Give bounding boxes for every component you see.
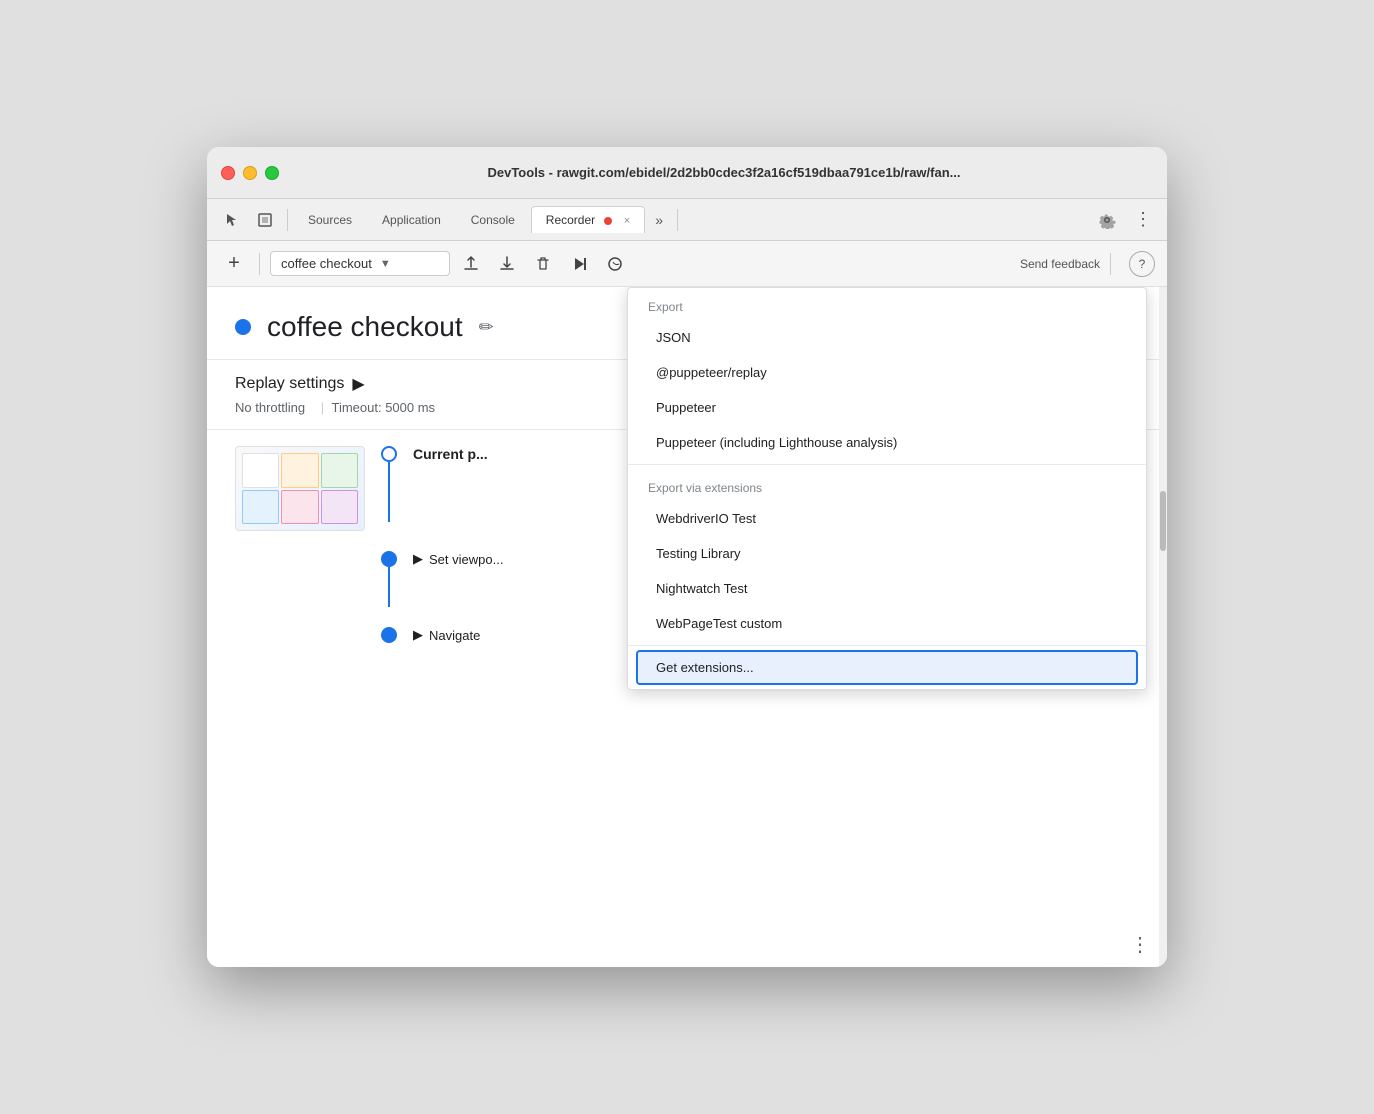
bottom-more-icon[interactable]: ⋮ xyxy=(1130,932,1151,957)
close-button[interactable] xyxy=(221,166,235,180)
chevron-down-icon: ▼ xyxy=(380,258,391,270)
export-puppeteer-item[interactable]: Puppeteer xyxy=(628,390,1146,425)
export-nightwatch-item[interactable]: Nightwatch Test xyxy=(628,571,1146,606)
export-via-extensions-label: Export via extensions xyxy=(628,469,1146,501)
timeline-node-3 xyxy=(381,627,397,643)
recording-title: coffee checkout xyxy=(267,311,463,343)
send-feedback-link[interactable]: Send feedback xyxy=(1020,257,1100,271)
timeline-line-2 xyxy=(388,567,390,607)
thumb-cell-4 xyxy=(242,490,279,525)
window-title: DevTools - rawgit.com/ebidel/2d2bb0cdec3… xyxy=(295,165,1153,180)
timeline-set-viewport xyxy=(381,551,397,607)
export-json-item[interactable]: JSON xyxy=(628,320,1146,355)
scrollbar-thumb[interactable] xyxy=(1160,491,1166,551)
upload-button[interactable] xyxy=(456,249,486,279)
step-screenshot xyxy=(235,446,365,531)
recording-selector-label: coffee checkout xyxy=(281,256,372,271)
tab-bar-separator-1 xyxy=(287,209,288,231)
tab-bar: Sources Application Console Recorder × »… xyxy=(207,199,1167,241)
timeline-current-page xyxy=(381,446,397,522)
thumb-cell-5 xyxy=(281,490,318,525)
more-options-icon[interactable]: ⋮ xyxy=(1127,204,1159,236)
devtools-window: DevTools - rawgit.com/ebidel/2d2bb0cdec3… xyxy=(207,147,1167,967)
cursor-icon[interactable] xyxy=(215,204,247,236)
thumb-cell-2 xyxy=(281,453,318,488)
scrollbar[interactable] xyxy=(1159,287,1167,967)
timeline-line xyxy=(388,462,390,522)
settings-icon[interactable] xyxy=(1091,204,1123,236)
main-content: coffee checkout ✏ Replay Replay settings… xyxy=(207,287,1167,967)
timeout-label: Timeout: 5000 ms xyxy=(332,400,436,415)
tab-bar-right: ⋮ xyxy=(1091,204,1159,236)
dropdown-divider-1 xyxy=(628,464,1146,465)
export-testing-library-item[interactable]: Testing Library xyxy=(628,536,1146,571)
thumb-cell-1 xyxy=(242,453,279,488)
inspect-icon[interactable] xyxy=(249,204,281,236)
edit-title-icon[interactable]: ✏ xyxy=(479,317,494,338)
timeline-node xyxy=(381,446,397,462)
record-button[interactable] xyxy=(600,249,630,279)
help-button[interactable]: ? xyxy=(1129,251,1155,277)
download-button[interactable] xyxy=(492,249,522,279)
export-puppeteer-replay-item[interactable]: @puppeteer/replay xyxy=(628,355,1146,390)
throttling-label: No throttling xyxy=(235,400,305,415)
thumb-cell-6 xyxy=(321,490,358,525)
tab-console[interactable]: Console xyxy=(457,207,529,233)
timeline-navigate xyxy=(381,627,397,643)
maximize-button[interactable] xyxy=(265,166,279,180)
timeline-node-2 xyxy=(381,551,397,567)
export-section-label: Export xyxy=(628,288,1146,320)
recording-status-dot xyxy=(235,319,251,335)
replay-settings-label: Replay settings xyxy=(235,375,344,393)
traffic-lights xyxy=(221,166,279,180)
export-dropdown: Export JSON @puppeteer/replay Puppeteer … xyxy=(627,287,1147,690)
delete-button[interactable] xyxy=(528,249,558,279)
tab-close-icon[interactable]: × xyxy=(624,215,630,227)
tab-bar-separator-2 xyxy=(677,209,678,231)
navigate-label: Navigate xyxy=(429,628,480,643)
tab-recorder[interactable]: Recorder × xyxy=(531,206,645,233)
play-step-button[interactable] xyxy=(564,249,594,279)
recording-selector[interactable]: coffee checkout ▼ xyxy=(270,251,450,276)
get-extensions-item[interactable]: Get extensions... xyxy=(636,650,1138,685)
thumb-cell-3 xyxy=(321,453,358,488)
add-recording-button[interactable]: + xyxy=(219,249,249,279)
export-puppeteer-lighthouse-item[interactable]: Puppeteer (including Lighthouse analysis… xyxy=(628,425,1146,460)
title-bar: DevTools - rawgit.com/ebidel/2d2bb0cdec3… xyxy=(207,147,1167,199)
tab-application[interactable]: Application xyxy=(368,207,455,233)
set-viewport-label: Set viewpo... xyxy=(429,552,503,567)
toolbar: + coffee checkout ▼ Send feedback ? xyxy=(207,241,1167,287)
minimize-button[interactable] xyxy=(243,166,257,180)
navigate-arrow-icon: ▶ xyxy=(413,627,423,643)
replay-settings-arrow-icon: ▶ xyxy=(352,374,364,394)
bottom-bar: ⋮ xyxy=(1114,922,1167,967)
tab-sources[interactable]: Sources xyxy=(294,207,366,233)
tab-more-icon[interactable]: » xyxy=(647,208,671,232)
toolbar-separator-1 xyxy=(259,253,260,275)
pipe-separator: | xyxy=(321,400,324,415)
set-viewport-arrow-icon: ▶ xyxy=(413,551,423,567)
toolbar-separator-2 xyxy=(1110,253,1111,275)
export-webpagetest-item[interactable]: WebPageTest custom xyxy=(628,606,1146,641)
export-webdriverio-item[interactable]: WebdriverIO Test xyxy=(628,501,1146,536)
dropdown-divider-2 xyxy=(628,645,1146,646)
